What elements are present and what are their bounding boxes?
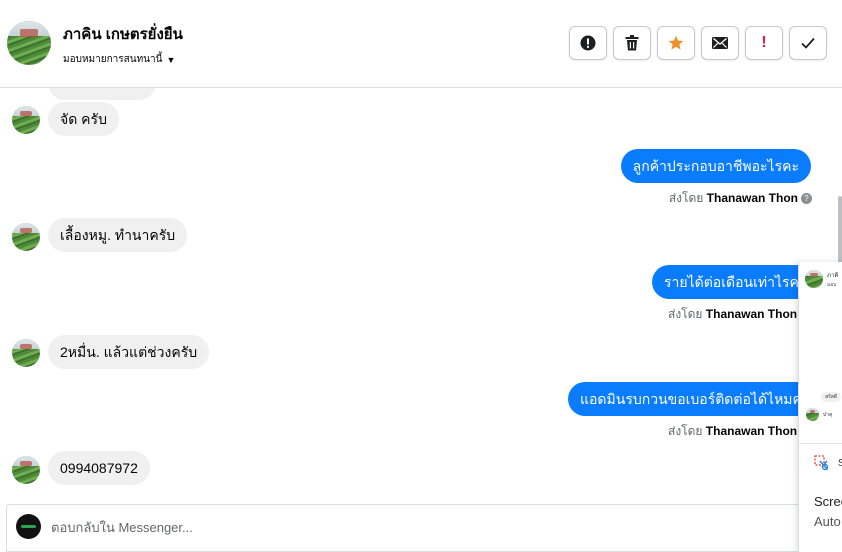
caret-down-icon: ▼ — [166, 54, 176, 65]
sent-by-label: ส่งโดย Thanawan Thon — [668, 424, 798, 438]
exclamation-icon: ! — [761, 34, 767, 51]
page-avatar — [16, 514, 41, 539]
sent-by-label: ส่งโดย Thanawan Thon? — [669, 189, 812, 208]
delete-button[interactable] — [613, 26, 651, 60]
panel-line: ปาคุ — [823, 412, 833, 418]
incoming-message: 0994087972 — [48, 451, 150, 485]
contact-mini-avatar — [12, 223, 40, 251]
contact-mini-avatar — [12, 339, 40, 367]
outgoing-message: แอดมินรบกวนขอเบอร์ติดต่อได้ไหมคะ — [568, 382, 822, 416]
contact-avatar[interactable] — [7, 21, 51, 65]
spam-button[interactable] — [569, 26, 607, 60]
sender-name: Thanawan Thon — [705, 424, 798, 438]
done-button[interactable] — [789, 26, 827, 60]
assign-conversation-dropdown[interactable]: มอบหมายการสนทนานี้ ▼ — [63, 52, 175, 67]
incoming-message: เลื้องหมู. ทำนาครับ — [48, 218, 188, 252]
panel-subtitle: มอบ — [827, 282, 837, 288]
contact-mini-avatar — [12, 456, 40, 484]
check-icon — [801, 37, 815, 49]
trash-icon — [625, 35, 639, 51]
star-button[interactable] — [657, 26, 695, 60]
outgoing-message: รายได้ต่อเดือนเท่าไรคะ — [652, 265, 819, 299]
reply-input[interactable] — [51, 516, 751, 538]
question-circle-icon[interactable]: ? — [801, 193, 812, 204]
snipping-tool-icon — [814, 455, 829, 471]
sender-name: Thanawan Thon — [705, 307, 798, 321]
incoming-message: 2หมื่น. แล้วแต่ช่วงครับ — [48, 335, 210, 369]
panel-avatar-small — [806, 408, 819, 421]
assign-label: มอบหมายการสนทนานี้ — [63, 54, 163, 65]
notification-title: Scree — [814, 494, 842, 509]
floating-panel[interactable]: ภาคิ มอบ สรัสดี ปาคุ S Scree Auto — [798, 262, 842, 552]
notification-body: Auto — [814, 514, 841, 529]
envelope-icon — [712, 37, 728, 49]
contact-name[interactable]: ภาคิน เกษตรยั่งยืน — [63, 22, 183, 46]
contact-mini-avatar — [12, 106, 40, 134]
panel-divider — [799, 443, 842, 444]
message-thread[interactable]: จัด ครับ ลูกค้าประกอบอาชีพอะไรคะ ส่งโดย … — [0, 88, 842, 503]
reply-composer — [6, 504, 842, 552]
messenger-inbox: ภาคิน เกษตรยั่งยืน มอบหมายการสนทนานี้ ▼ … — [0, 0, 842, 552]
panel-avatar — [805, 270, 823, 288]
star-icon — [668, 35, 684, 50]
incoming-message: จัด ครับ — [48, 102, 119, 136]
conversation-actions: ! — [569, 26, 827, 60]
panel-chip: สรัสดี — [821, 392, 842, 402]
mark-unread-button[interactable] — [701, 26, 739, 60]
message-bubble-partial — [48, 88, 156, 100]
snipping-app-label: S — [838, 458, 842, 469]
outgoing-message: ลูกค้าประกอบอาชีพอะไรคะ — [620, 149, 811, 183]
conversation-header: ภาคิน เกษตรยั่งยืน มอบหมายการสนทนานี้ ▼ … — [0, 0, 842, 88]
alert-circle-icon — [580, 35, 596, 51]
follow-up-button[interactable]: ! — [745, 26, 783, 60]
sent-by-label: ส่งโดย Thanawan Thon — [668, 307, 798, 321]
sender-name: Thanawan Thon — [706, 191, 798, 205]
panel-title: ภาคิ — [827, 273, 839, 279]
